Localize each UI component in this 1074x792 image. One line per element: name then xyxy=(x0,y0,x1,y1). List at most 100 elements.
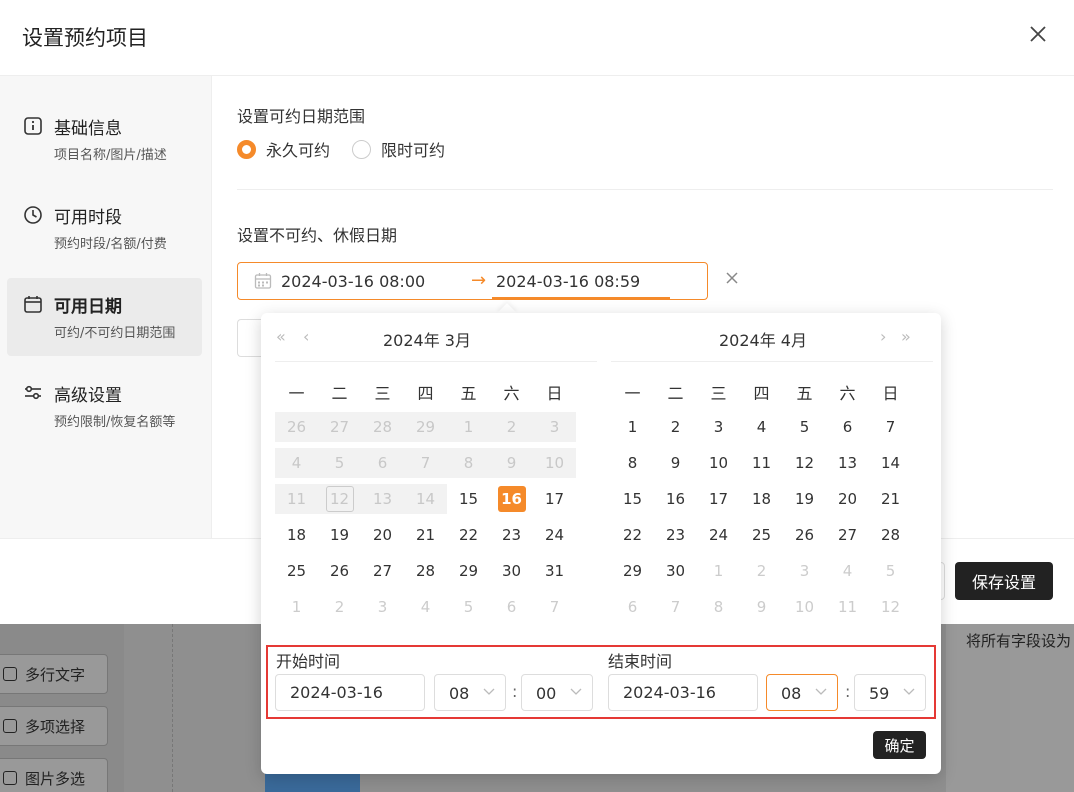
start-date-field[interactable]: 2024-03-16 xyxy=(275,674,425,711)
calendar-day[interactable]: 20 xyxy=(361,520,404,550)
range-start-value[interactable]: 2024-03-16 08:00 xyxy=(281,272,425,291)
calendar-day[interactable]: 15 xyxy=(447,484,490,514)
calendar-day[interactable]: 18 xyxy=(275,520,318,550)
calendar-day[interactable]: 2 xyxy=(318,592,361,622)
calendar-day[interactable]: 13 xyxy=(361,484,404,514)
calendar-day[interactable]: 4 xyxy=(275,448,318,478)
calendar-day[interactable]: 1 xyxy=(447,412,490,442)
calendar-day[interactable]: 29 xyxy=(447,556,490,586)
calendar-day[interactable]: 3 xyxy=(783,556,826,586)
calendar-day[interactable]: 3 xyxy=(533,412,576,442)
calendar-day[interactable]: 4 xyxy=(404,592,447,622)
next-month-icon[interactable]: › xyxy=(880,327,886,346)
calendar-day[interactable]: 9 xyxy=(740,592,783,622)
calendar-day[interactable]: 8 xyxy=(611,448,654,478)
calendar-day[interactable]: 11 xyxy=(275,484,318,514)
calendar-day[interactable]: 12 xyxy=(318,484,361,514)
calendar-day[interactable]: 28 xyxy=(404,556,447,586)
calendar-day[interactable]: 29 xyxy=(611,556,654,586)
calendar-day[interactable]: 13 xyxy=(826,448,869,478)
calendar-day[interactable]: 10 xyxy=(697,448,740,478)
calendar-day[interactable]: 17 xyxy=(533,484,576,514)
calendar-day[interactable]: 6 xyxy=(361,448,404,478)
calendar-day[interactable]: 24 xyxy=(533,520,576,550)
calendar-day[interactable]: 31 xyxy=(533,556,576,586)
calendar-day[interactable]: 7 xyxy=(869,412,912,442)
calendar-day[interactable]: 21 xyxy=(869,484,912,514)
calendar-day[interactable]: 16 xyxy=(490,484,533,514)
clear-icon[interactable] xyxy=(724,270,740,286)
calendar-day[interactable]: 19 xyxy=(318,520,361,550)
calendar-day[interactable]: 5 xyxy=(869,556,912,586)
radio-forever[interactable]: 永久可约 xyxy=(237,137,330,161)
calendar-day[interactable]: 12 xyxy=(869,592,912,622)
calendar-day[interactable]: 5 xyxy=(783,412,826,442)
calendar-day[interactable]: 28 xyxy=(869,520,912,550)
calendar-day[interactable]: 8 xyxy=(447,448,490,478)
calendar-day[interactable]: 25 xyxy=(740,520,783,550)
calendar-day[interactable]: 10 xyxy=(783,592,826,622)
calendar-day[interactable]: 30 xyxy=(654,556,697,586)
start-hour-select[interactable]: 08 xyxy=(434,674,506,711)
calendar-day[interactable]: 1 xyxy=(697,556,740,586)
calendar-day[interactable]: 7 xyxy=(404,448,447,478)
end-date-field[interactable]: 2024-03-16 xyxy=(608,674,758,711)
calendar-day[interactable]: 14 xyxy=(404,484,447,514)
calendar-day[interactable]: 9 xyxy=(654,448,697,478)
range-end-value[interactable]: 2024-03-16 08:59 xyxy=(496,272,640,291)
sidebar-item-basic[interactable]: 基础信息 项目名称/图片/描述 xyxy=(7,100,202,178)
calendar-day[interactable]: 12 xyxy=(783,448,826,478)
calendar-day[interactable]: 6 xyxy=(490,592,533,622)
calendar-day[interactable]: 7 xyxy=(533,592,576,622)
calendar-day[interactable]: 17 xyxy=(697,484,740,514)
calendar-day[interactable]: 1 xyxy=(611,412,654,442)
save-button[interactable]: 保存设置 xyxy=(955,562,1053,600)
end-minute-select[interactable]: 59 xyxy=(854,674,926,711)
calendar-day[interactable]: 27 xyxy=(826,520,869,550)
calendar-day[interactable]: 20 xyxy=(826,484,869,514)
sidebar-item-advanced[interactable]: 高级设置 预约限制/恢复名额等 xyxy=(7,367,202,445)
sidebar-item-dates[interactable]: 可用日期 可约/不可约日期范围 xyxy=(7,278,202,356)
calendar-day[interactable]: 29 xyxy=(404,412,447,442)
calendar-day[interactable]: 25 xyxy=(275,556,318,586)
calendar-day[interactable]: 26 xyxy=(318,556,361,586)
calendar-day[interactable]: 11 xyxy=(740,448,783,478)
calendar-day[interactable]: 24 xyxy=(697,520,740,550)
calendar-day[interactable]: 5 xyxy=(318,448,361,478)
calendar-day[interactable]: 22 xyxy=(611,520,654,550)
calendar-day[interactable]: 9 xyxy=(490,448,533,478)
radio-limited[interactable]: 限时可约 xyxy=(352,137,445,161)
calendar-day[interactable]: 5 xyxy=(447,592,490,622)
calendar-day[interactable]: 11 xyxy=(826,592,869,622)
calendar-day[interactable]: 4 xyxy=(826,556,869,586)
calendar-day[interactable]: 22 xyxy=(447,520,490,550)
calendar-day[interactable]: 2 xyxy=(740,556,783,586)
calendar-day[interactable]: 2 xyxy=(654,412,697,442)
calendar-day[interactable]: 19 xyxy=(783,484,826,514)
date-range-input[interactable]: 2024-03-16 08:00 → 2024-03-16 08:59 xyxy=(237,262,708,300)
end-hour-select[interactable]: 08 xyxy=(766,674,838,711)
next-year-icon[interactable]: » xyxy=(901,327,911,346)
calendar-day[interactable]: 27 xyxy=(318,412,361,442)
calendar-day[interactable]: 6 xyxy=(826,412,869,442)
calendar-day[interactable]: 10 xyxy=(533,448,576,478)
calendar-day[interactable]: 30 xyxy=(490,556,533,586)
calendar-day[interactable]: 8 xyxy=(697,592,740,622)
calendar-day[interactable]: 6 xyxy=(611,592,654,622)
calendar-day[interactable]: 28 xyxy=(361,412,404,442)
calendar-day[interactable]: 23 xyxy=(654,520,697,550)
calendar-day[interactable]: 26 xyxy=(783,520,826,550)
calendar-day[interactable]: 18 xyxy=(740,484,783,514)
prev-year-icon[interactable]: « xyxy=(276,327,286,346)
calendar-day[interactable]: 16 xyxy=(654,484,697,514)
confirm-button[interactable]: 确定 xyxy=(873,731,926,759)
calendar-day[interactable]: 15 xyxy=(611,484,654,514)
calendar-day[interactable]: 21 xyxy=(404,520,447,550)
calendar-day[interactable]: 4 xyxy=(740,412,783,442)
calendar-day[interactable]: 26 xyxy=(275,412,318,442)
prev-month-icon[interactable]: ‹ xyxy=(303,327,309,346)
sidebar-item-timeslot[interactable]: 可用时段 预约时段/名额/付费 xyxy=(7,189,202,267)
calendar-day[interactable]: 2 xyxy=(490,412,533,442)
calendar-day[interactable]: 27 xyxy=(361,556,404,586)
calendar-day[interactable]: 1 xyxy=(275,592,318,622)
